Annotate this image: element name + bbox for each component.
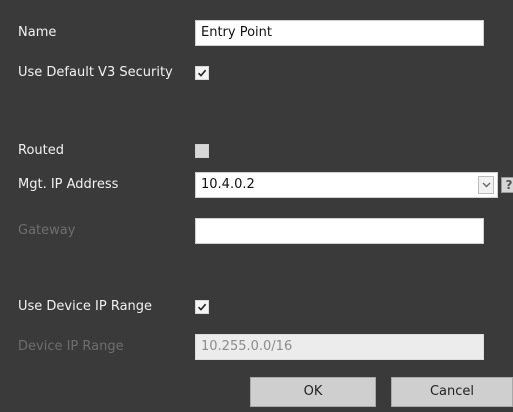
device-ip-range-toggle-row: Use Device IP Range	[0, 294, 513, 320]
routed-checkbox[interactable]	[195, 144, 209, 158]
mgt-ip-combobox[interactable]: 10.4.0.2	[195, 172, 498, 198]
ok-button[interactable]: OK	[250, 377, 376, 407]
checkmark-icon	[197, 303, 207, 311]
help-icon[interactable]: ?	[501, 177, 513, 193]
name-row: Name Entry Point	[0, 20, 513, 46]
dropdown-button[interactable]	[478, 176, 494, 194]
use-device-ip-range-checkbox[interactable]	[195, 300, 209, 314]
v3-security-row: Use Default V3 Security	[0, 60, 513, 86]
name-field[interactable]: Entry Point	[195, 20, 484, 46]
routed-row: Routed	[0, 138, 513, 164]
gateway-field[interactable]	[195, 218, 484, 244]
cancel-button[interactable]: Cancel	[391, 377, 513, 407]
gateway-row: Gateway	[0, 218, 513, 244]
checkmark-icon	[197, 69, 207, 77]
device-ip-range-row: Device IP Range 10.255.0.0/16	[0, 334, 513, 360]
mgt-ip-label: Mgt. IP Address	[18, 177, 119, 192]
v3-security-label: Use Default V3 Security	[18, 65, 173, 80]
name-label: Name	[18, 25, 57, 40]
routed-label: Routed	[18, 143, 64, 158]
chevron-down-icon	[482, 182, 491, 188]
mgt-ip-row: Mgt. IP Address 10.4.0.2 ?	[0, 172, 513, 198]
device-ip-range-label: Device IP Range	[18, 339, 124, 354]
mgt-ip-value: 10.4.0.2	[201, 177, 255, 192]
use-device-ip-range-label: Use Device IP Range	[18, 299, 153, 314]
device-ip-range-field: 10.255.0.0/16	[195, 334, 484, 360]
v3-security-checkbox[interactable]	[195, 66, 209, 80]
gateway-label: Gateway	[18, 223, 76, 238]
